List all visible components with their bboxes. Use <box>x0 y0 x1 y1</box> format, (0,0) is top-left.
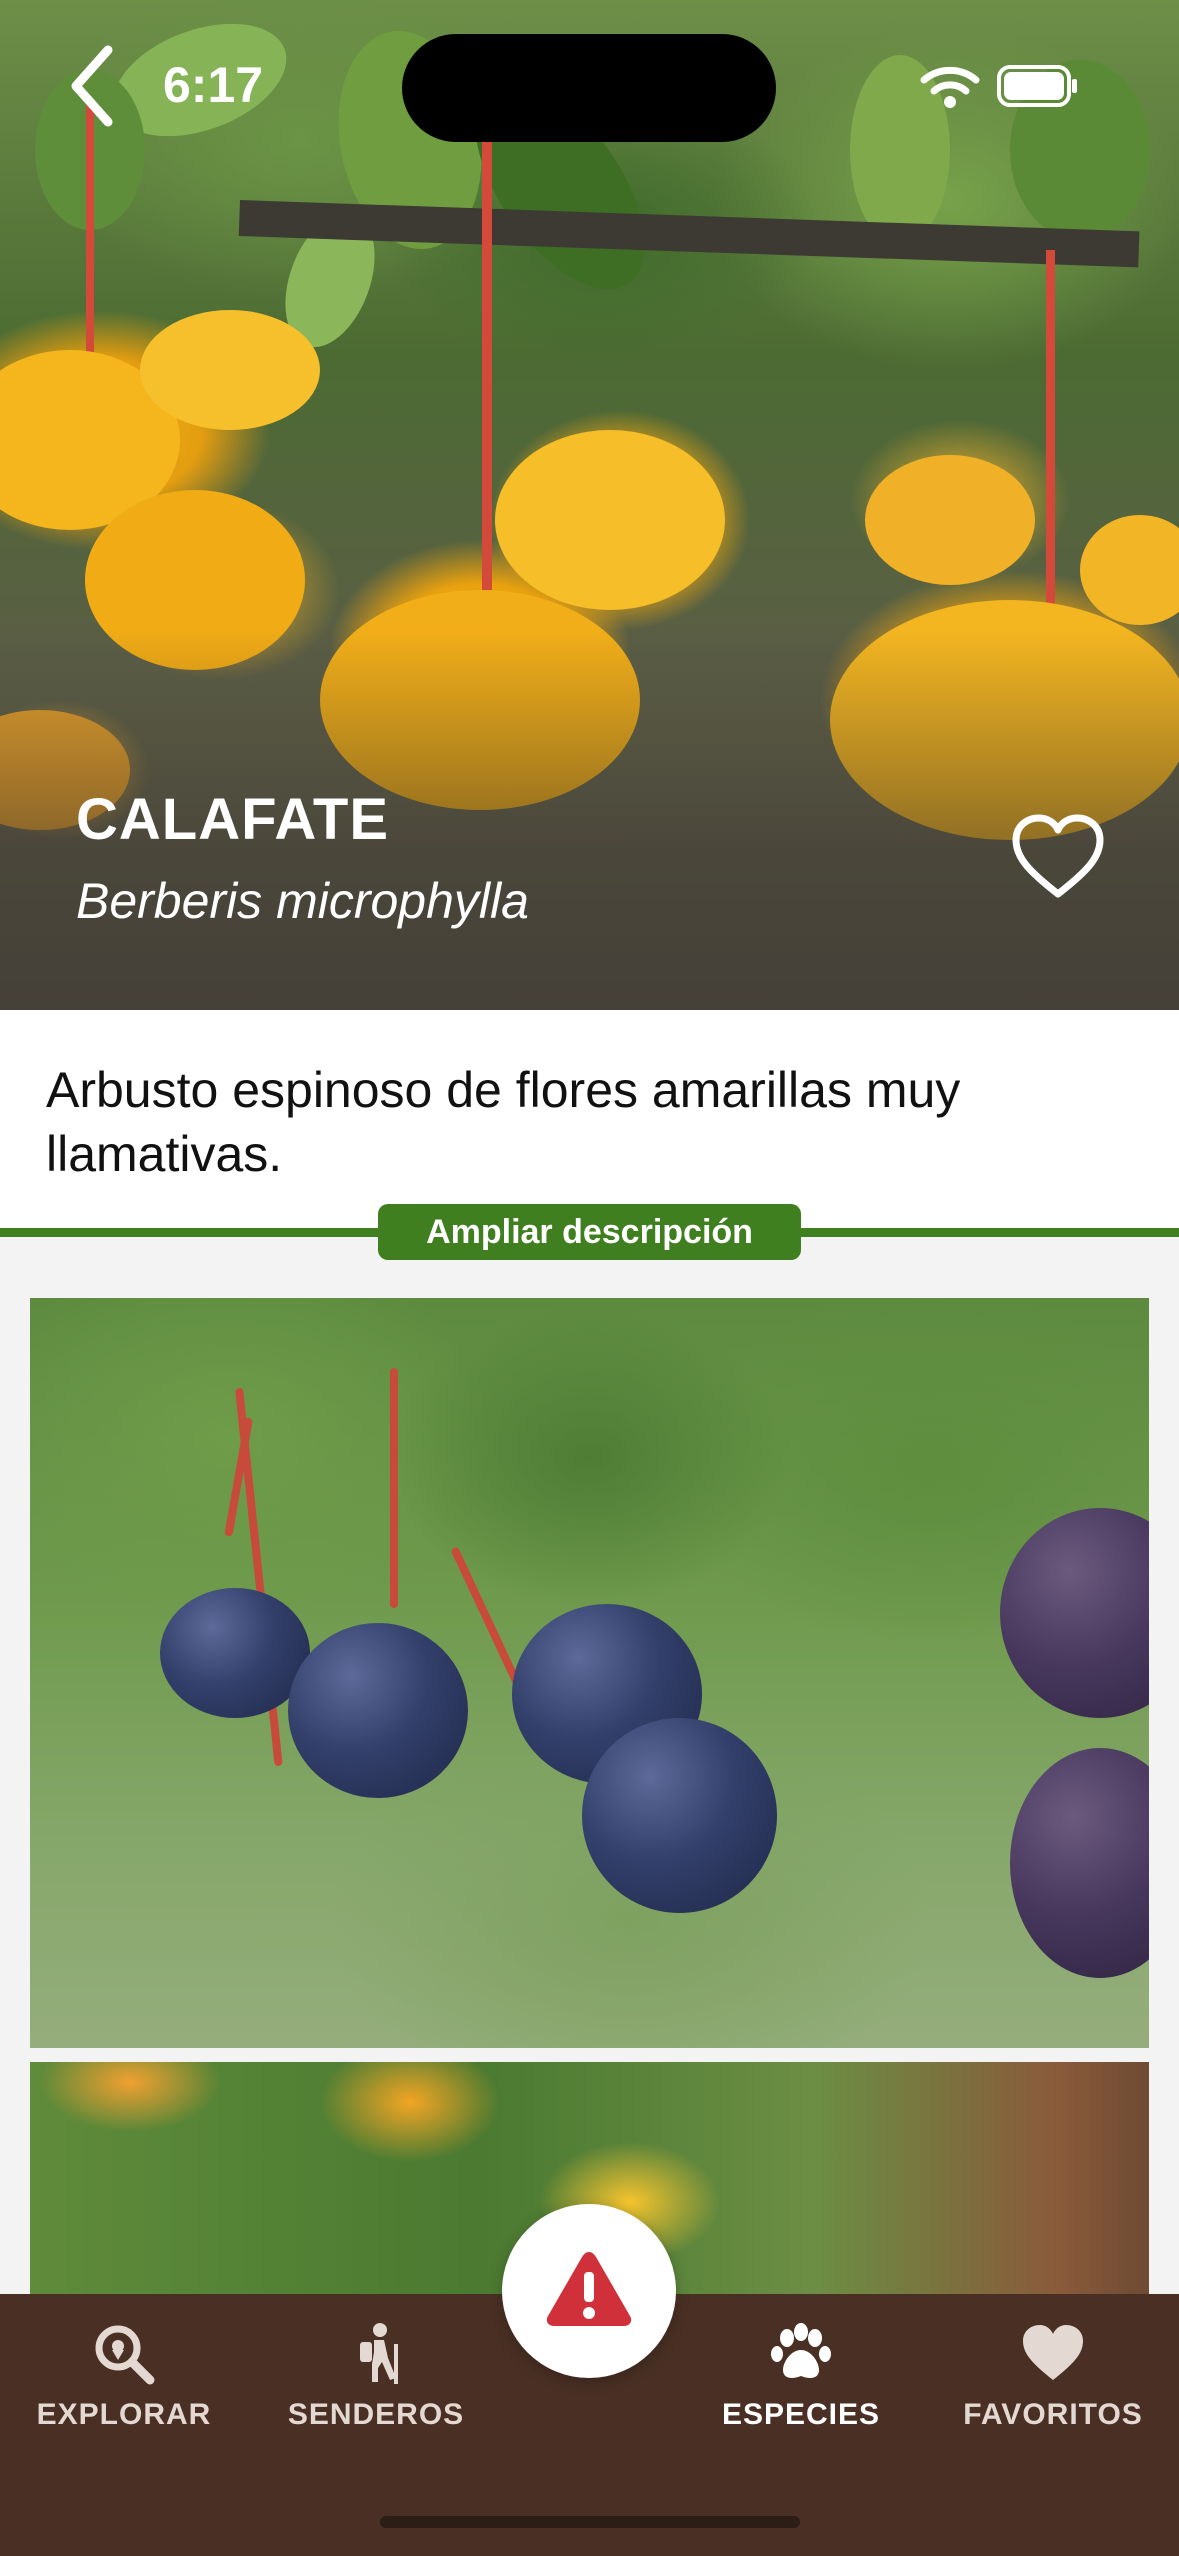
nav-tab-senderos[interactable]: SENDEROS <box>276 2322 476 2432</box>
heart-outline-icon <box>1012 814 1104 898</box>
species-scientific-name: Berberis microphylla <box>76 873 529 929</box>
favorite-button[interactable] <box>1010 812 1106 902</box>
warning-icon <box>546 2252 632 2326</box>
expand-description-button[interactable]: Ampliar descripción <box>378 1204 801 1260</box>
report-alert-button[interactable] <box>502 2204 676 2378</box>
nav-label-favoritos: FAVORITOS <box>963 2398 1143 2431</box>
back-button[interactable] <box>64 44 124 128</box>
battery-icon <box>997 65 1077 107</box>
search-pin-icon <box>95 2325 155 2385</box>
nav-label-explorar: EXPLORAR <box>36 2398 212 2431</box>
dynamic-island <box>402 34 776 142</box>
status-bar: 6:17 <box>0 0 1179 160</box>
chevron-left-icon <box>71 45 113 127</box>
nav-label-senderos: SENDEROS <box>287 2398 465 2431</box>
wifi-icon <box>920 66 980 108</box>
hiker-icon <box>360 2323 398 2384</box>
nav-label-especies: ESPECIES <box>721 2398 881 2431</box>
nav-tab-explorar[interactable]: EXPLORAR <box>24 2322 224 2432</box>
status-time: 6:17 <box>163 57 264 113</box>
gallery-photo-berries[interactable] <box>30 1298 1149 2048</box>
paw-icon <box>771 2323 831 2378</box>
home-indicator <box>380 2516 800 2528</box>
nav-tab-especies[interactable]: ESPECIES <box>701 2322 901 2432</box>
species-short-description: Arbusto espinoso de flores amarillas muy… <box>46 1062 961 1182</box>
nav-tab-favoritos[interactable]: FAVORITOS <box>953 2322 1153 2432</box>
heart-icon <box>1023 2325 1083 2380</box>
species-common-name: CALAFATE <box>76 787 390 852</box>
